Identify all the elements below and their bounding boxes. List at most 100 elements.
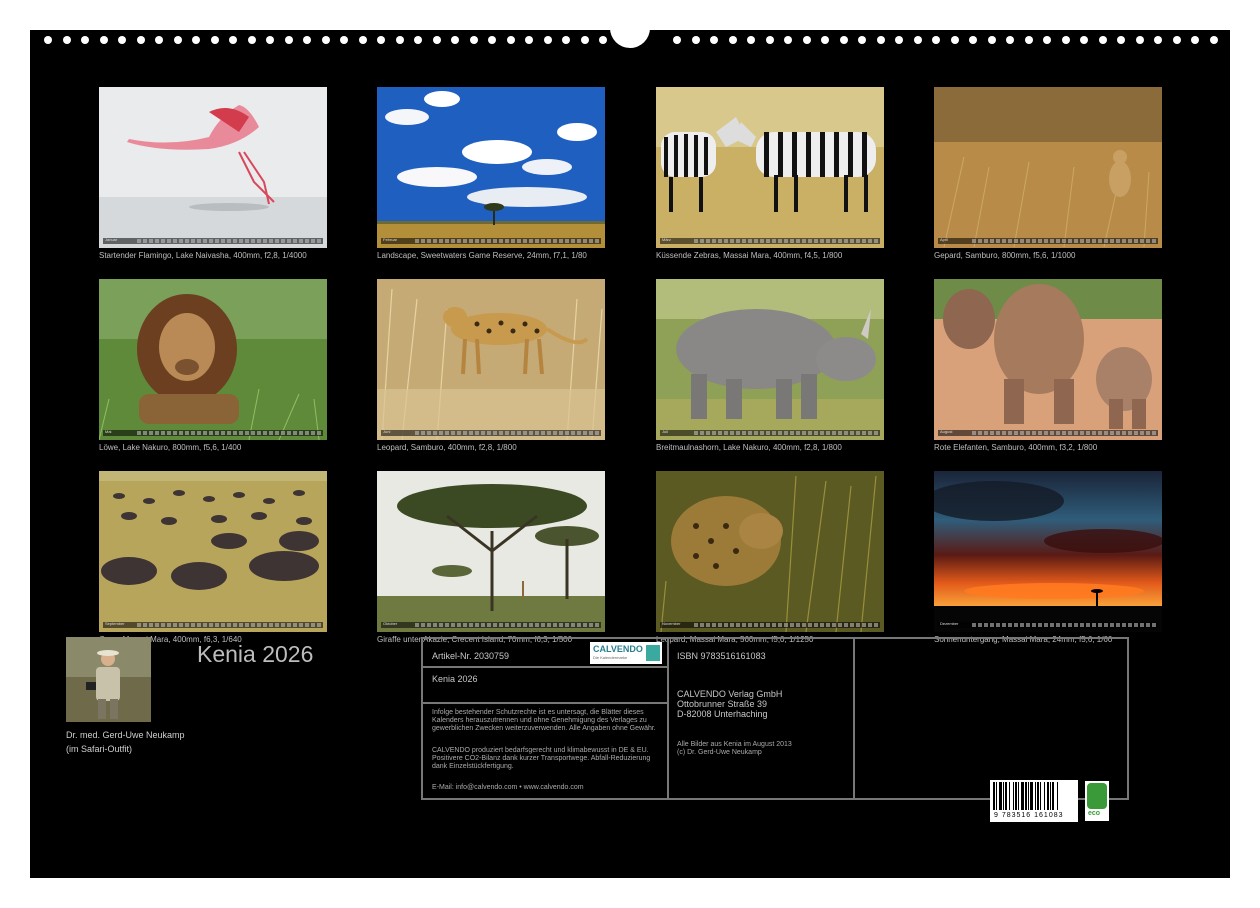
binding-hole <box>728 36 737 44</box>
photo-october-acacia: Oktober <box>377 471 605 632</box>
binding-hole <box>395 36 404 44</box>
photo-credits: Alle Bilder aus Kenia im August 2013 (c)… <box>677 741 792 757</box>
month-label: Dezember <box>940 621 959 626</box>
photo-caption: Rote Elefanten, Samburo, 400mm, f3,2, 1/… <box>934 443 1098 452</box>
binding-hole <box>802 36 811 44</box>
binding-hole <box>895 36 903 44</box>
binding-hole <box>1154 36 1162 44</box>
photo-may-lion: Mai <box>99 279 327 440</box>
binding-hole <box>765 36 774 44</box>
binding-hole <box>377 36 385 44</box>
month-label: Juni <box>383 429 391 434</box>
binding-hole <box>673 36 681 44</box>
calvendo-logo: CALVENDO Die Kalendermarke <box>590 642 662 664</box>
legal-text-production: CALVENDO produziert bedarfsgerecht und k… <box>432 747 651 770</box>
photo-caption: Löwe, Lake Nakuro, 800mm, f5,6, 1/400 <box>99 443 242 452</box>
binding-hole <box>1172 36 1181 44</box>
binding-hole <box>543 36 552 44</box>
author-note: (im Safari-Outfit) <box>66 744 133 754</box>
month-label: Juli <box>662 429 669 434</box>
photo-caption: Leopard, Samburo, 400mm, f2,8, 1/800 <box>377 443 517 452</box>
photo-june-leopard: Juni <box>377 279 605 440</box>
photo-caption: Startender Flamingo, Lake Naivasha, 400m… <box>99 251 307 260</box>
binding-hole <box>876 36 885 44</box>
binding-hole <box>1098 36 1107 44</box>
calendar-title: Kenia 2026 <box>197 641 314 667</box>
info-title: Kenia 2026 <box>432 674 478 684</box>
photo-january-flamingo: Januar <box>99 87 327 248</box>
contact-text: E-Mail: info@calvendo.com • www.calvendo… <box>432 784 584 791</box>
binding-hole <box>136 36 145 44</box>
binding-hole <box>247 36 256 44</box>
binding-hole <box>229 36 237 44</box>
binding-hole <box>839 36 848 44</box>
binding-hole <box>284 36 293 44</box>
month-label: Oktober <box>383 621 398 626</box>
binding-hole <box>81 36 89 44</box>
photo-december-sunset: Dezember <box>934 471 1162 632</box>
month-label: August <box>940 429 953 434</box>
credits-line-2: (c) Dr. Gerd-Uwe Neukamp <box>677 749 762 756</box>
publisher-name: CALVENDO Verlag GmbH <box>677 689 783 699</box>
binding-hole <box>506 36 515 44</box>
credits-line-1: Alle Bilder aus Kenia im August 2013 <box>677 741 792 748</box>
binding-hole <box>747 36 755 44</box>
logo-tagline: Die Kalendermarke <box>593 655 628 660</box>
binding-hole <box>340 36 348 44</box>
binding-hole <box>321 36 330 44</box>
month-label: April <box>940 237 949 242</box>
photo-august-elephants: August <box>934 279 1162 440</box>
photo-march-zebras: März <box>656 87 884 248</box>
binding-hole <box>969 36 977 44</box>
binding-hole <box>710 36 718 44</box>
binding-hole <box>414 36 422 44</box>
binding-hole <box>1209 36 1218 44</box>
month-label: Mai <box>105 429 112 434</box>
photo-july-rhino: Juli <box>656 279 884 440</box>
binding-hole <box>488 36 496 44</box>
eco-badge: eco <box>1085 781 1109 821</box>
month-label: November <box>662 621 681 626</box>
binding-hole <box>469 36 478 44</box>
month-label: Januar <box>105 237 118 242</box>
photo-caption: Küssende Zebras, Massai Mara, 400mm, f4,… <box>656 251 843 260</box>
photo-february-landscape: Februar <box>377 87 605 248</box>
author-portrait <box>66 637 151 722</box>
photo-caption: Gepard, Samburo, 800mm, f5,6, 1/1000 <box>934 251 1076 260</box>
binding-hole <box>691 36 700 44</box>
publisher-street: Ottobrunner Straße 39 <box>677 699 768 709</box>
binding-hole <box>932 36 940 44</box>
photo-september-gnus: September <box>99 471 327 632</box>
photo-april-cheetah: April <box>934 87 1162 248</box>
binding-hole <box>432 36 441 44</box>
binding-hole <box>44 36 52 44</box>
binding-hole <box>1061 36 1070 44</box>
binding-hole <box>210 36 219 44</box>
article-number: Artikel-Nr. 2030759 <box>432 651 510 661</box>
binding-hole <box>358 36 367 44</box>
binding-hole <box>784 36 792 44</box>
leaf-icon <box>1087 783 1107 809</box>
eco-label: eco <box>1088 810 1101 817</box>
binding-hole <box>858 36 866 44</box>
photo-caption: Breitmaulnashorn, Lake Nakuro, 400mm, f2… <box>656 443 842 452</box>
binding-hole <box>1024 36 1033 44</box>
binding-hole <box>987 36 996 44</box>
publisher-city: D-82008 Unterhaching <box>677 709 768 719</box>
binding-hole <box>599 36 607 44</box>
binding-hole <box>1117 36 1125 44</box>
binding-hole <box>173 36 182 44</box>
binding-hole <box>1006 36 1014 44</box>
month-label: Februar <box>383 237 398 242</box>
month-label: März <box>662 237 671 242</box>
binding-hole <box>821 36 829 44</box>
legal-text-rights: Infolge bestehender Schutzrechte ist es … <box>432 709 656 732</box>
binding-hole <box>266 36 274 44</box>
binding-hole <box>99 36 108 44</box>
binding-hole <box>1043 36 1051 44</box>
month-label: September <box>105 621 125 626</box>
publisher-address: CALVENDO Verlag GmbH Ottobrunner Straße … <box>677 689 782 719</box>
isbn-text: ISBN 9783516161083 <box>677 651 766 661</box>
binding-hole <box>62 36 71 44</box>
binding-hole <box>451 36 459 44</box>
